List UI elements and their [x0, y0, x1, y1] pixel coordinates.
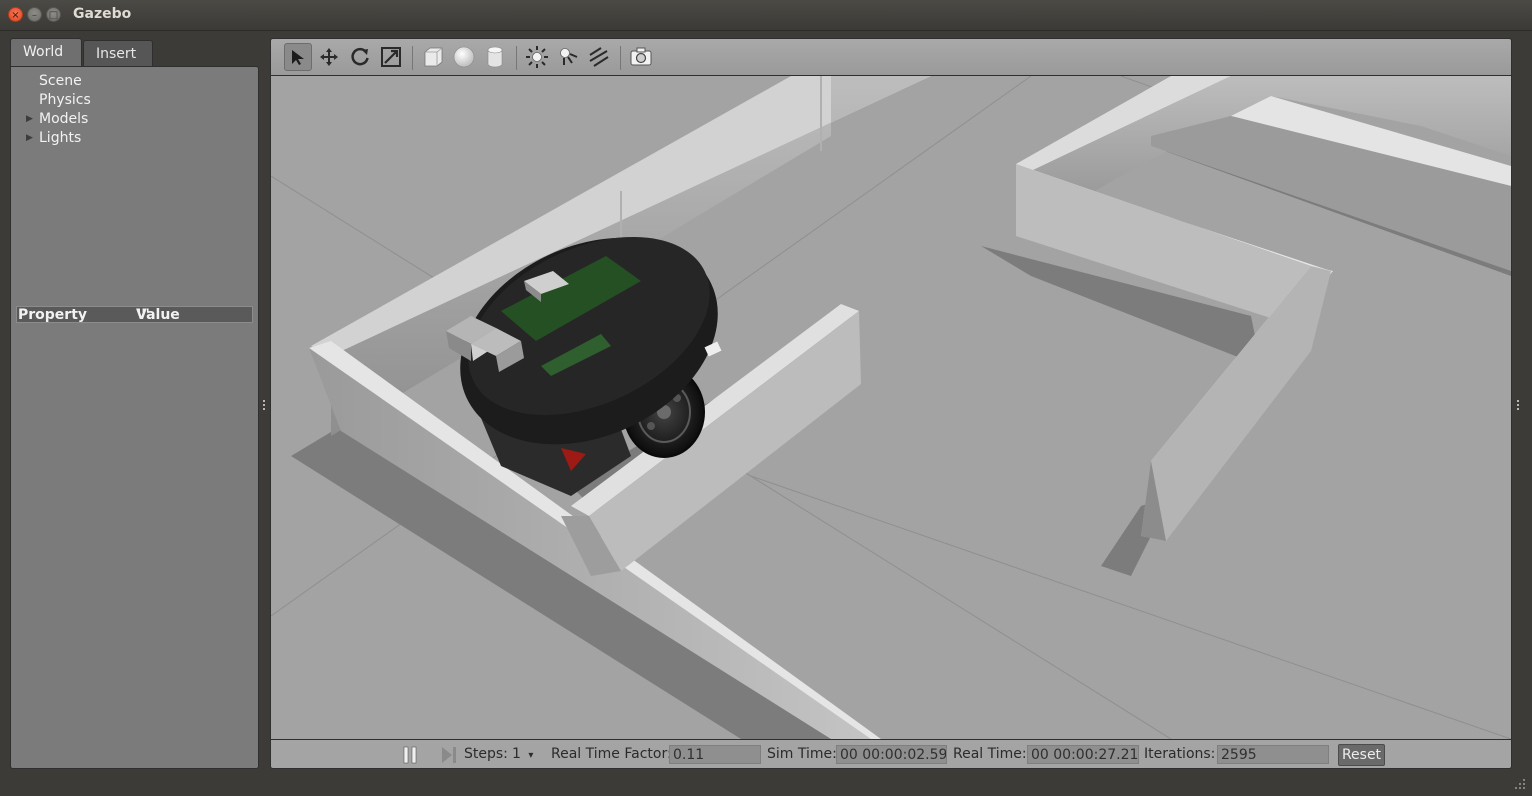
- window-title: Gazebo: [73, 6, 132, 22]
- toolbar-separator: [620, 46, 621, 70]
- chevron-down-icon[interactable]: ▾: [528, 750, 533, 761]
- sim-time-label: Sim Time:: [767, 746, 837, 762]
- rotate-mode-button[interactable]: [346, 43, 374, 71]
- tree-item-label: Scene: [39, 73, 82, 89]
- tree-item-label: Lights: [39, 130, 82, 146]
- insert-point-light-button[interactable]: [523, 43, 551, 71]
- box-icon: [424, 47, 443, 67]
- sim-time-field[interactable]: 00 00:00:02.595: [836, 745, 947, 764]
- grip-dots-icon: [263, 400, 265, 410]
- column-header-property[interactable]: Property: [18, 307, 87, 323]
- step-button[interactable]: [441, 746, 457, 768]
- insert-spot-light-button[interactable]: [554, 43, 582, 71]
- insert-directional-light-button[interactable]: [585, 43, 613, 71]
- tree-item-label: Physics: [39, 92, 91, 108]
- pause-button[interactable]: [403, 746, 417, 768]
- pause-icon: [403, 746, 417, 764]
- minimize-window-button[interactable]: –: [27, 7, 42, 22]
- expand-arrow-icon[interactable]: ▶: [26, 114, 33, 124]
- directional-light-icon: [589, 47, 609, 67]
- real-time-field[interactable]: 00 00:00:27.213: [1027, 745, 1139, 764]
- world-panel: Scene Physics ▶ Models ▶ Lights ''' Prop…: [10, 66, 259, 769]
- maximize-window-button[interactable]: □: [46, 7, 61, 22]
- real-time-label: Real Time:: [953, 746, 1027, 762]
- steps-label: Steps:: [464, 746, 508, 762]
- translate-icon: [320, 48, 338, 66]
- steps-value: 1: [512, 746, 521, 762]
- screenshot-button[interactable]: [627, 43, 655, 71]
- tab-world[interactable]: World: [10, 38, 82, 66]
- 3d-scene-viewport[interactable]: [270, 76, 1512, 739]
- tree-item-label: Models: [39, 111, 89, 127]
- iterations-field[interactable]: 2595: [1217, 745, 1329, 764]
- select-arrow-icon: [292, 50, 304, 65]
- translate-mode-button[interactable]: [315, 43, 343, 71]
- tree-item-models[interactable]: ▶ Models: [26, 111, 89, 127]
- simulation-status-bar: Steps: 1 ▾ Real Time Factor: 0.11 Sim Ti…: [270, 739, 1512, 769]
- resize-grip-icon: [1515, 779, 1525, 789]
- insert-sphere-button[interactable]: [450, 43, 478, 71]
- toolbar-separator: [516, 46, 517, 70]
- scene-render: [271, 76, 1511, 739]
- right-splitter-handle[interactable]: [1516, 399, 1520, 411]
- reset-button[interactable]: Reset: [1338, 744, 1385, 766]
- select-mode-button[interactable]: [284, 43, 312, 71]
- toolbar-separator: [412, 46, 413, 70]
- grip-dots-icon: [1517, 400, 1519, 410]
- cylinder-icon: [487, 46, 503, 68]
- toolbar: [270, 38, 1512, 76]
- column-header-value[interactable]: Value: [136, 307, 180, 323]
- scale-icon: [381, 47, 401, 67]
- property-table-header: ''' Property Value: [16, 306, 253, 323]
- point-light-icon: [526, 46, 548, 68]
- insert-box-button[interactable]: [419, 43, 447, 71]
- real-time-factor-field[interactable]: 0.11: [669, 745, 761, 764]
- rotate-icon: [351, 47, 369, 66]
- left-splitter-handle[interactable]: [262, 399, 266, 411]
- screenshot-icon: [630, 47, 652, 66]
- tree-item-physics[interactable]: Physics: [39, 92, 91, 108]
- close-window-button[interactable]: ×: [8, 7, 23, 22]
- insert-cylinder-button[interactable]: [481, 43, 509, 71]
- tree-item-lights[interactable]: ▶ Lights: [26, 130, 82, 146]
- real-time-factor-label: Real Time Factor:: [551, 746, 672, 762]
- window-resize-grip[interactable]: [1514, 778, 1526, 790]
- scale-mode-button[interactable]: [377, 43, 405, 71]
- expand-arrow-icon[interactable]: ▶: [26, 133, 33, 143]
- iterations-label: Iterations:: [1144, 746, 1216, 762]
- tab-insert[interactable]: Insert: [83, 40, 153, 66]
- sphere-icon: [453, 46, 475, 68]
- title-bar: × – □ Gazebo: [0, 0, 1532, 31]
- tree-item-scene[interactable]: Scene: [39, 73, 82, 89]
- steps-spinbox[interactable]: 1 ▾: [512, 746, 533, 762]
- spot-light-icon: [560, 48, 578, 65]
- step-forward-icon: [442, 747, 456, 763]
